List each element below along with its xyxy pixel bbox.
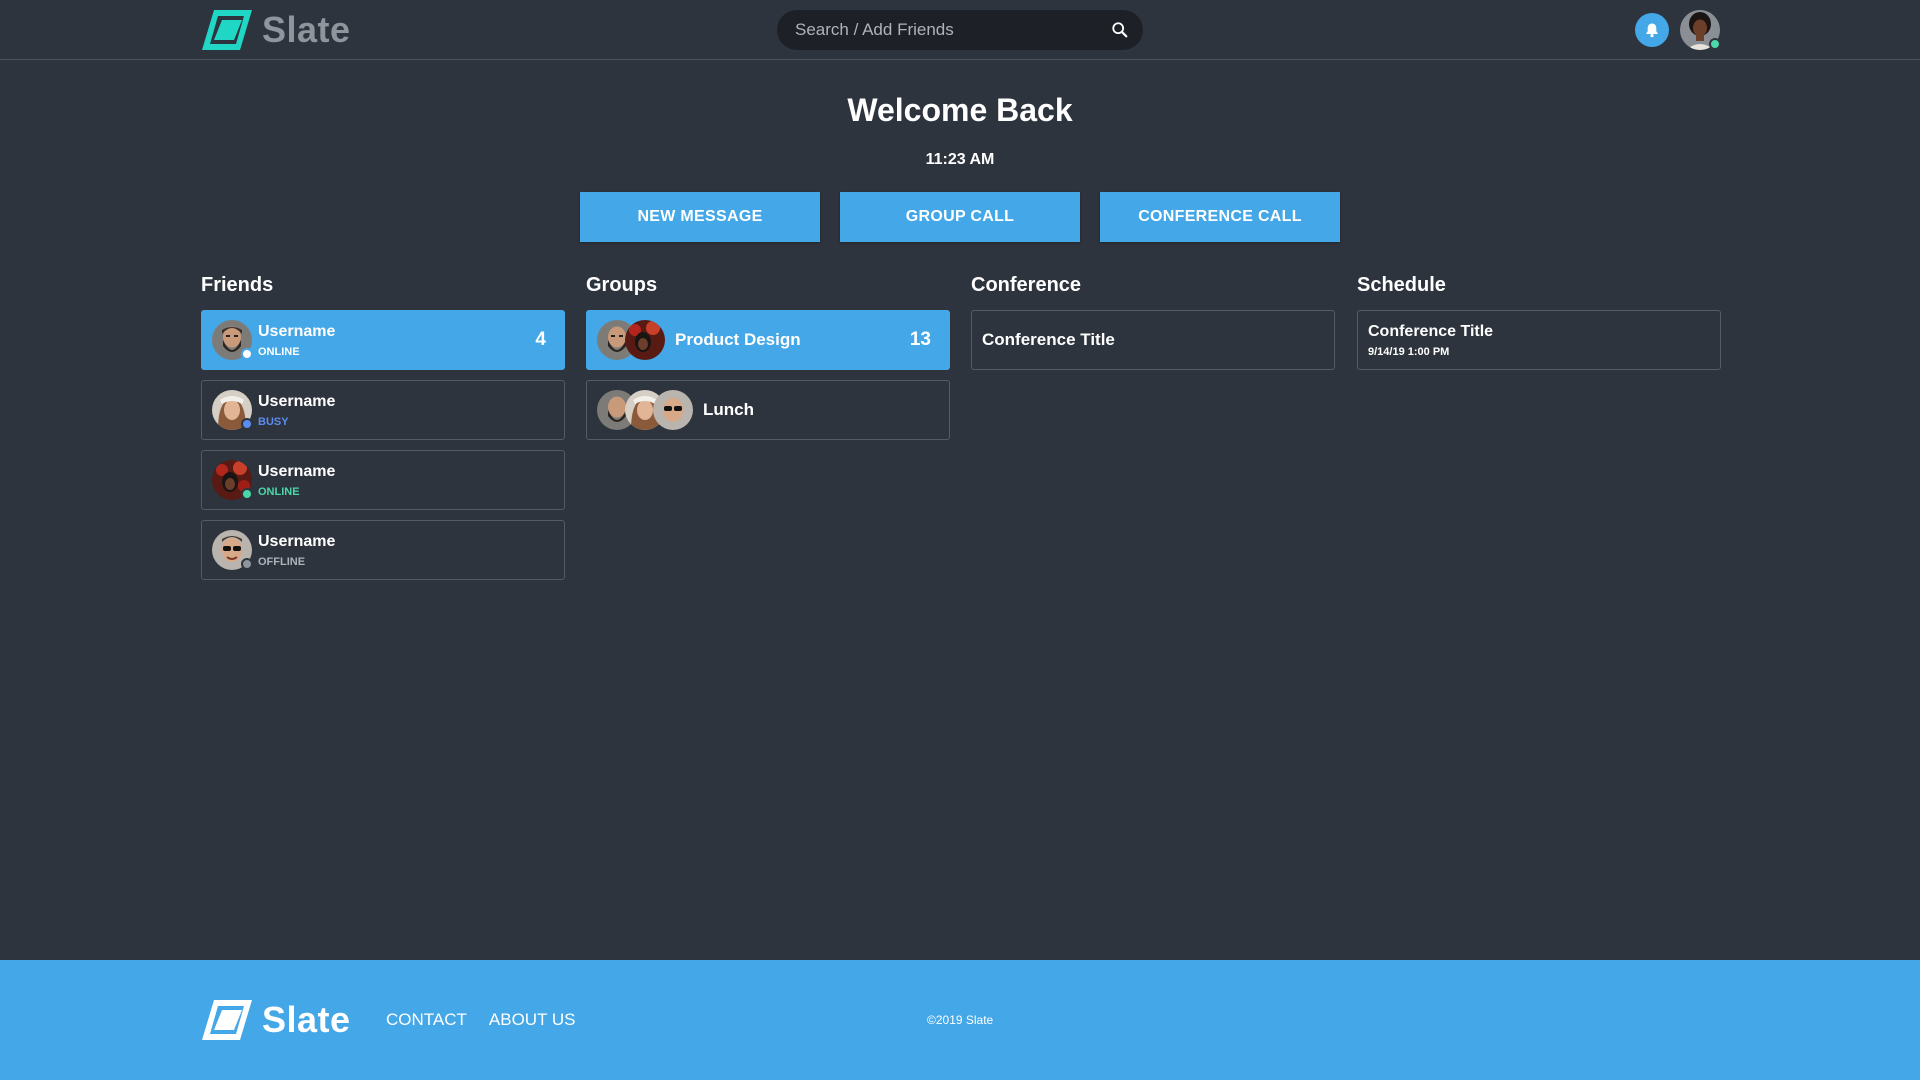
friend-avatar: [212, 320, 253, 360]
friends-column: Friends Username ONLINE 4 Username BUSY …: [201, 274, 565, 590]
logo-text: Slate: [262, 999, 351, 1040]
status-dot: [241, 558, 253, 570]
user-status-dot: [1709, 38, 1721, 50]
status-dot: [241, 418, 253, 430]
footer-logo[interactable]: Slate: [200, 998, 351, 1042]
friend-item[interactable]: Username BUSY: [201, 380, 565, 440]
schedule-title: Conference Title: [1368, 322, 1494, 340]
group-name: Lunch: [703, 400, 754, 419]
search-icon[interactable]: [1111, 21, 1129, 39]
conference-item[interactable]: Conference Title: [971, 310, 1335, 370]
friend-item[interactable]: Username OFFLINE: [201, 520, 565, 580]
quick-actions: NEW MESSAGE GROUP CALL CONFERENCE CALL: [580, 192, 1340, 242]
conference-heading: Conference: [971, 274, 1082, 296]
friend-avatar: [212, 460, 253, 500]
friend-name: Username: [258, 532, 336, 550]
friend-status: BUSY: [258, 415, 289, 428]
footer: Slate CONTACT ABOUT US ©2019 Slate: [0, 960, 1920, 1080]
conference-column: Conference Conference Title: [971, 274, 1335, 380]
friend-item[interactable]: Username ONLINE 4: [201, 310, 565, 370]
schedule-column: Schedule Conference Title 9/14/19 1:00 P…: [1357, 274, 1721, 380]
group-name: Product Design: [675, 330, 801, 349]
friend-status: ONLINE: [258, 345, 300, 358]
slate-logo-icon: [202, 10, 252, 50]
friends-heading: Friends: [201, 274, 274, 296]
schedule-heading: Schedule: [1357, 274, 1446, 296]
friend-info: Username OFFLINE: [258, 533, 335, 568]
friend-name: Username: [258, 392, 336, 410]
member-avatar: [625, 320, 665, 360]
friend-info: Username ONLINE: [258, 463, 335, 498]
friend-name: Username: [258, 322, 336, 340]
current-time: 11:23 AM: [925, 151, 995, 168]
conference-call-button[interactable]: CONFERENCE CALL: [1100, 192, 1340, 242]
friend-info: Username BUSY: [258, 393, 335, 428]
footer-nav: CONTACT ABOUT US: [386, 1010, 576, 1030]
friend-avatar: [212, 390, 253, 430]
friend-name: Username: [258, 462, 336, 480]
search-input[interactable]: [795, 20, 1111, 40]
search-bar: [777, 10, 1143, 50]
schedule-item[interactable]: Conference Title 9/14/19 1:00 PM: [1357, 310, 1721, 370]
group-avatar-stack: [597, 320, 665, 360]
page: Slate Welcome Ba: [0, 0, 1920, 1080]
top-bar: Slate: [0, 0, 1920, 60]
member-avatar: [653, 390, 693, 430]
conference-title: Conference Title: [982, 330, 1115, 349]
groups-column: Groups Product Design 13 Lunch: [586, 274, 950, 450]
group-item[interactable]: Lunch: [586, 380, 950, 440]
about-us-link[interactable]: ABOUT US: [489, 1010, 576, 1030]
friend-avatar: [212, 530, 253, 570]
group-avatar-stack: [597, 390, 693, 430]
contact-link[interactable]: CONTACT: [386, 1010, 467, 1030]
new-message-button[interactable]: NEW MESSAGE: [580, 192, 820, 242]
user-avatar[interactable]: [1680, 10, 1721, 50]
friend-status: OFFLINE: [258, 555, 306, 568]
friend-info: Username ONLINE: [258, 323, 335, 358]
copyright: ©2019 Slate: [927, 1013, 994, 1027]
schedule-date: 9/14/19 1:00 PM: [1368, 345, 1450, 358]
notifications-button[interactable]: [1635, 13, 1669, 47]
bell-icon: [1646, 23, 1658, 38]
unread-count-badge: 13: [909, 329, 931, 350]
groups-heading: Groups: [586, 274, 658, 296]
status-dot: [241, 348, 253, 360]
logo-text: Slate: [262, 9, 351, 50]
group-call-button[interactable]: GROUP CALL: [840, 192, 1080, 242]
status-dot: [241, 488, 253, 500]
slate-logo-icon: [202, 1000, 252, 1040]
group-item[interactable]: Product Design 13: [586, 310, 950, 370]
welcome-title: Welcome Back: [847, 92, 1073, 128]
unread-count-badge: 4: [535, 329, 546, 350]
friend-item[interactable]: Username ONLINE: [201, 450, 565, 510]
friend-status: ONLINE: [258, 485, 300, 498]
schedule-info: Conference Title 9/14/19 1:00 PM: [1368, 323, 1493, 358]
header-logo[interactable]: Slate: [200, 8, 351, 52]
